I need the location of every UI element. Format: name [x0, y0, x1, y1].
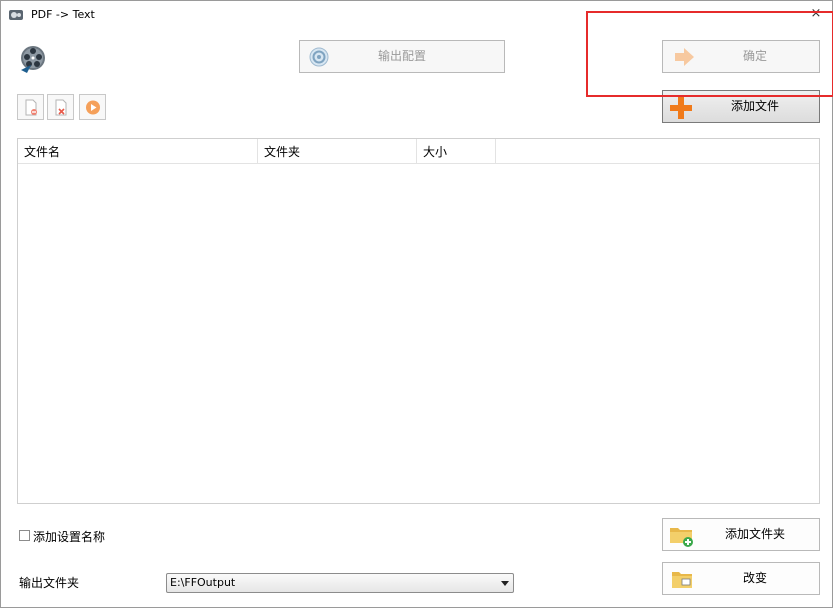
add-folder-button[interactable]: 添加文件夹: [662, 518, 820, 551]
film-reel-icon: [21, 46, 45, 73]
delete-file-button[interactable]: [47, 94, 74, 120]
play-icon: [86, 100, 100, 115]
change-folder-button[interactable]: 改变: [662, 562, 820, 595]
column-header-size[interactable]: 大小: [417, 139, 496, 164]
file-remove-icon: [25, 99, 37, 116]
output-config-button[interactable]: 输出配置: [299, 40, 505, 73]
file-list[interactable]: 文件名 文件夹 大小: [17, 138, 820, 504]
output-folder-select[interactable]: E:\FFOutput: [166, 573, 514, 593]
remove-file-button[interactable]: [17, 94, 44, 120]
highlight-annotation: [586, 11, 833, 97]
file-delete-icon: [55, 99, 67, 116]
column-header-filename[interactable]: 文件名: [18, 139, 258, 164]
column-header-folder[interactable]: 文件夹: [258, 139, 417, 164]
app-window: PDF -> Text × 输出配置 确定 添加文件 文件名 文件夹 大小 添加…: [0, 0, 833, 608]
output-folder-label: 输出文件夹: [19, 576, 80, 590]
window-title: PDF -> Text: [31, 8, 95, 21]
start-button[interactable]: [79, 94, 106, 120]
chevron-down-icon: [501, 581, 509, 586]
output-config-label: 输出配置: [377, 49, 426, 63]
add-setting-name-checkbox[interactable]: [19, 530, 30, 541]
output-folder-value: E:\FFOutput: [170, 576, 236, 589]
file-list-header: 文件名 文件夹 大小: [18, 139, 819, 164]
change-folder-label: 改变: [742, 571, 767, 585]
add-setting-name-label: 添加设置名称: [33, 530, 106, 544]
app-icon: [9, 10, 23, 20]
add-folder-label: 添加文件夹: [724, 527, 785, 541]
